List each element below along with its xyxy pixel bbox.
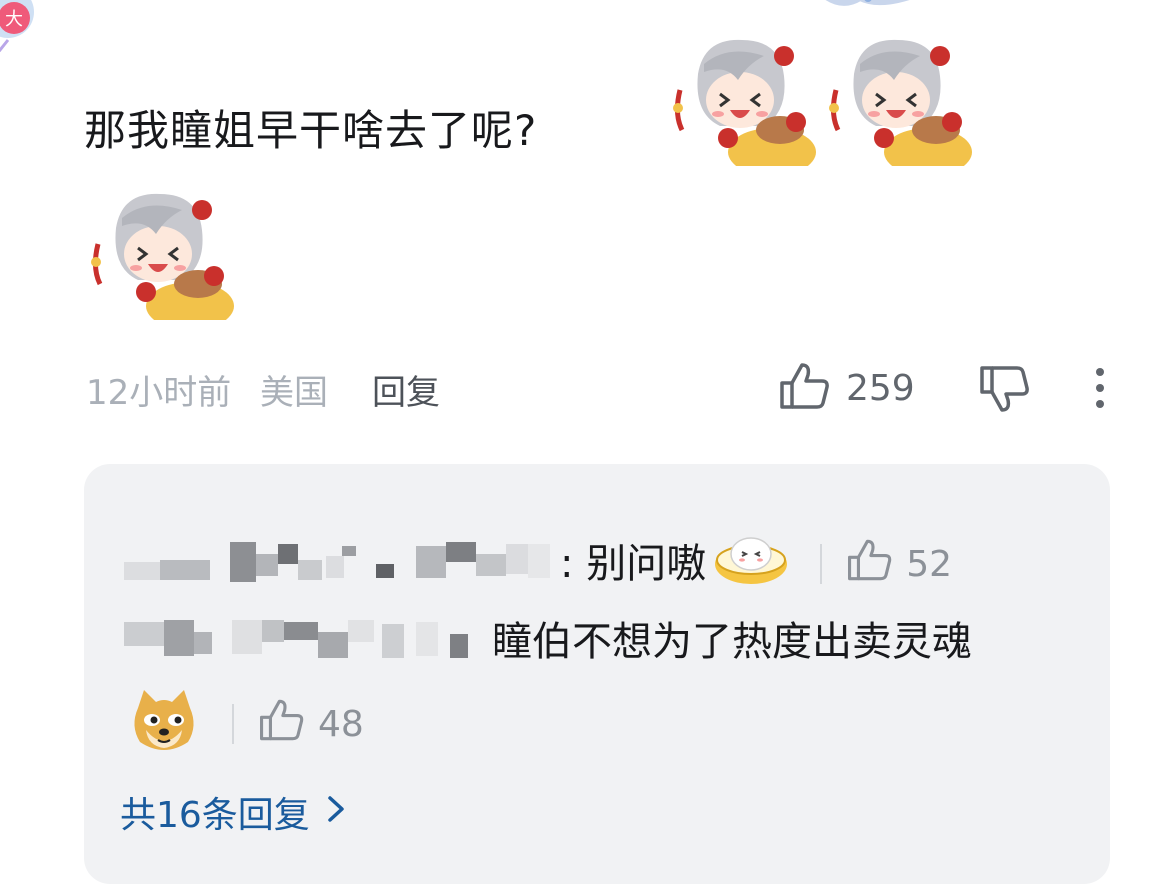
reply-like-button[interactable]: 48 (258, 697, 364, 752)
comment-time: 12小时前 (86, 372, 232, 413)
comment-text: 那我瞳姐早干啥去了呢? (84, 106, 538, 155)
doge-emoji-icon (128, 686, 200, 762)
thumbs-down-icon (978, 366, 1032, 420)
sticker-emoji (668, 34, 816, 166)
sticker-emoji (86, 188, 234, 320)
reply-text: : 别问嗷 (560, 541, 707, 587)
avatar[interactable]: 大 (0, 0, 44, 53)
dislike-button[interactable] (978, 364, 1032, 416)
view-more-replies-link[interactable]: 共16条回复 (120, 786, 346, 838)
reply-footer: 48 (128, 686, 364, 762)
reply-like-count: 48 (318, 703, 364, 745)
reply-like-button[interactable]: 52 (846, 537, 952, 592)
reply-item: 瞳伯不想为了热度出卖灵魂 (120, 614, 972, 670)
decoration-fragment (820, 0, 920, 10)
comment-location: 美国 (260, 372, 328, 413)
thumbs-up-icon (778, 361, 832, 415)
more-options-button[interactable] (1086, 366, 1114, 410)
chevron-right-icon (326, 792, 346, 833)
reply-text: 瞳伯不想为了热度出卖灵魂 (492, 619, 972, 665)
pixelated-username[interactable] (120, 614, 492, 670)
pixelated-username[interactable] (120, 540, 560, 588)
like-button[interactable]: 259 (778, 362, 915, 414)
thumbs-up-icon (258, 697, 306, 752)
reply-like-count: 52 (906, 543, 953, 585)
reply-item: : 别问嗷 52 (120, 534, 952, 594)
divider (232, 704, 234, 744)
divider (820, 544, 823, 584)
view-more-label: 共16条回复 (120, 795, 310, 836)
bowl-emoji-icon (712, 534, 790, 594)
more-vertical-icon (1086, 368, 1114, 414)
avatar-badge: 大 (5, 9, 23, 30)
thumbs-up-icon (846, 537, 894, 592)
sticker-emoji (824, 34, 972, 166)
reply-button[interactable]: 回复 (372, 365, 440, 413)
like-count: 259 (846, 367, 915, 409)
